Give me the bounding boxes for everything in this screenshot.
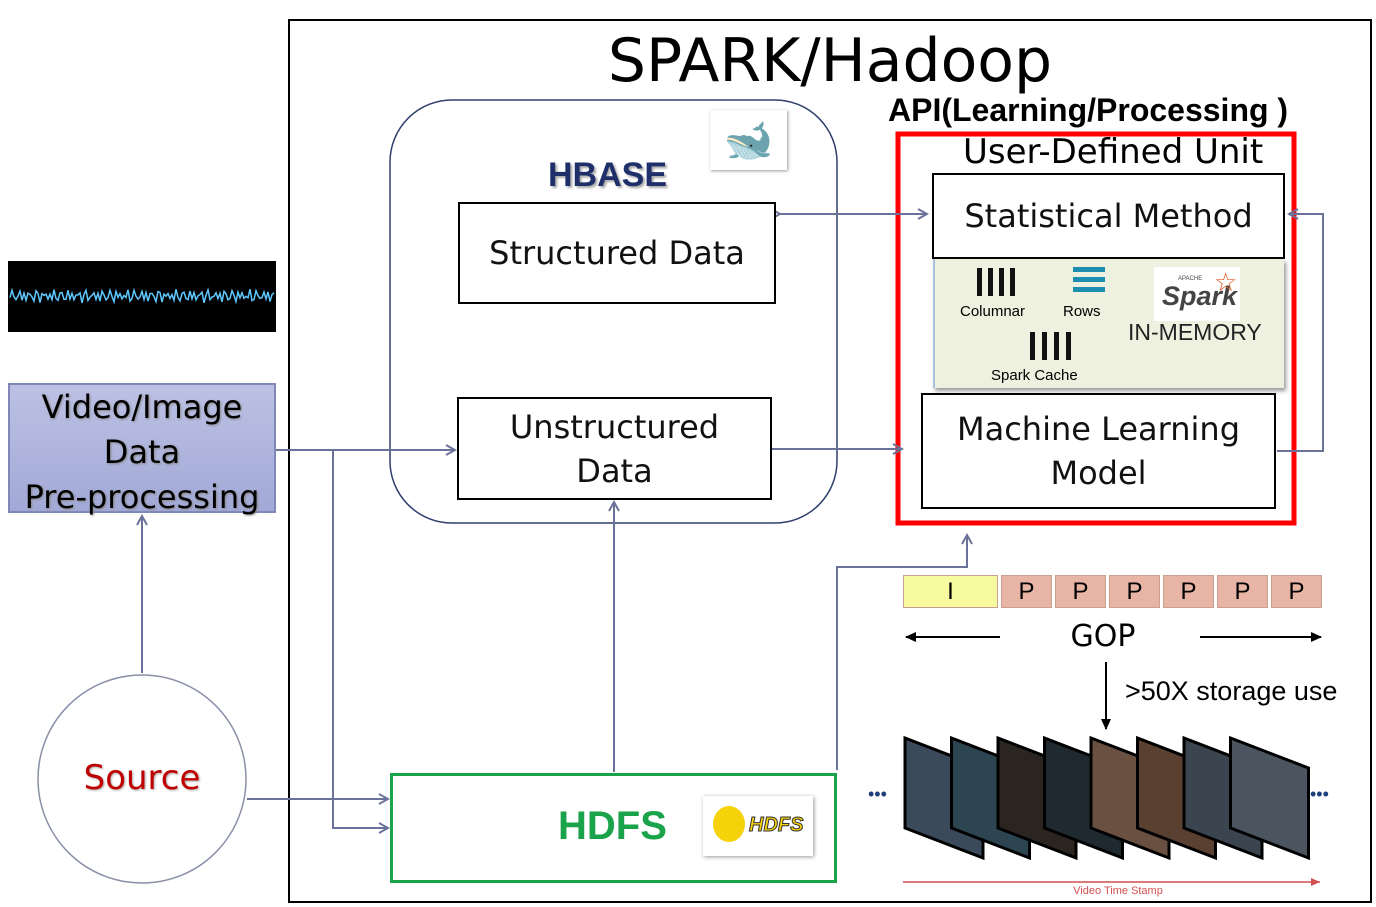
gop-p-frame: P bbox=[1217, 575, 1268, 608]
hdfs-logo-text: HDFS bbox=[748, 814, 804, 837]
gop-p-frame: P bbox=[1271, 575, 1322, 608]
unstructured-data-box: Unstructured Data bbox=[457, 397, 772, 500]
gop-p-frame: P bbox=[1055, 575, 1106, 608]
ml-label-1: Machine Learning bbox=[956, 410, 1241, 448]
diagram-canvas: SPARK/Hadoop HBASE 🐋 Structured Data Uns… bbox=[0, 0, 1376, 907]
hdfs-logo: HDFS bbox=[703, 796, 813, 856]
api-label: API(Learning/Processing ) bbox=[888, 92, 1289, 128]
gop-p-frame: P bbox=[1001, 575, 1052, 608]
ml-label-2: Model bbox=[1050, 454, 1147, 492]
in-memory-label: IN-MEMORY bbox=[1128, 319, 1262, 345]
hadoop-elephant-icon bbox=[713, 806, 745, 842]
spark-cache-icon bbox=[1030, 332, 1075, 360]
ml-model-box: Machine Learning Model bbox=[921, 393, 1276, 509]
arrow-hdfs-api bbox=[836, 535, 967, 770]
preprocess-label-3: Pre-processing bbox=[24, 478, 260, 516]
preprocess-label-2: Data bbox=[103, 433, 181, 471]
gop-frame-bar: IPPPPPP bbox=[903, 575, 1322, 608]
statistical-method-label: Statistical Method bbox=[964, 197, 1253, 235]
user-defined-unit-label: User-Defined Unit bbox=[963, 132, 1264, 172]
arrow-preprocess-hdfs bbox=[332, 450, 388, 828]
spark-star-icon: ☆ bbox=[1214, 267, 1238, 297]
rows-icon bbox=[1073, 267, 1105, 293]
spark-cache-label: Spark Cache bbox=[991, 367, 1078, 384]
preprocess-label-1: Video/Image bbox=[41, 388, 243, 426]
columnar-label: Columnar bbox=[960, 303, 1026, 320]
preprocessing-box: Video/Image Data Pre-processing bbox=[8, 383, 276, 516]
columnar-icon bbox=[977, 268, 1017, 296]
unstructured-label-1: Unstructured bbox=[509, 407, 720, 446]
statistical-method-box: Statistical Method bbox=[932, 173, 1285, 259]
source-label: Source bbox=[83, 758, 201, 798]
video-frames bbox=[903, 735, 1310, 861]
hdfs-label: HDFS bbox=[558, 804, 667, 848]
ellipsis-right: ••• bbox=[1310, 784, 1329, 804]
structured-data-label: Structured Data bbox=[489, 234, 745, 272]
spark-in-memory-panel: Columnar Rows Spark Cache APACHE Spark ☆… bbox=[933, 259, 1284, 388]
gop-p-frame: P bbox=[1109, 575, 1160, 608]
video-timestamp-label: Video Time Stamp bbox=[1073, 885, 1163, 897]
rows-label: Rows bbox=[1063, 303, 1101, 320]
hbase-label: HBASE bbox=[548, 156, 668, 194]
gop-p-frame: P bbox=[1163, 575, 1214, 608]
gop-label: GOP bbox=[1050, 619, 1156, 654]
hdfs-box: HDFS HDFS bbox=[390, 773, 837, 883]
spark-logo: APACHE Spark ☆ bbox=[1154, 267, 1240, 321]
structured-data-box: Structured Data bbox=[458, 202, 776, 304]
storage-use-label: >50X storage use bbox=[1125, 676, 1338, 706]
gop-i-frame: I bbox=[903, 575, 998, 608]
ellipsis-left: ••• bbox=[868, 784, 887, 804]
page-title: SPARK/Hadoop bbox=[607, 26, 1053, 96]
orca-icon: 🐋 bbox=[710, 110, 787, 170]
waveform-image bbox=[8, 261, 276, 332]
unstructured-label-2: Data bbox=[576, 451, 653, 490]
